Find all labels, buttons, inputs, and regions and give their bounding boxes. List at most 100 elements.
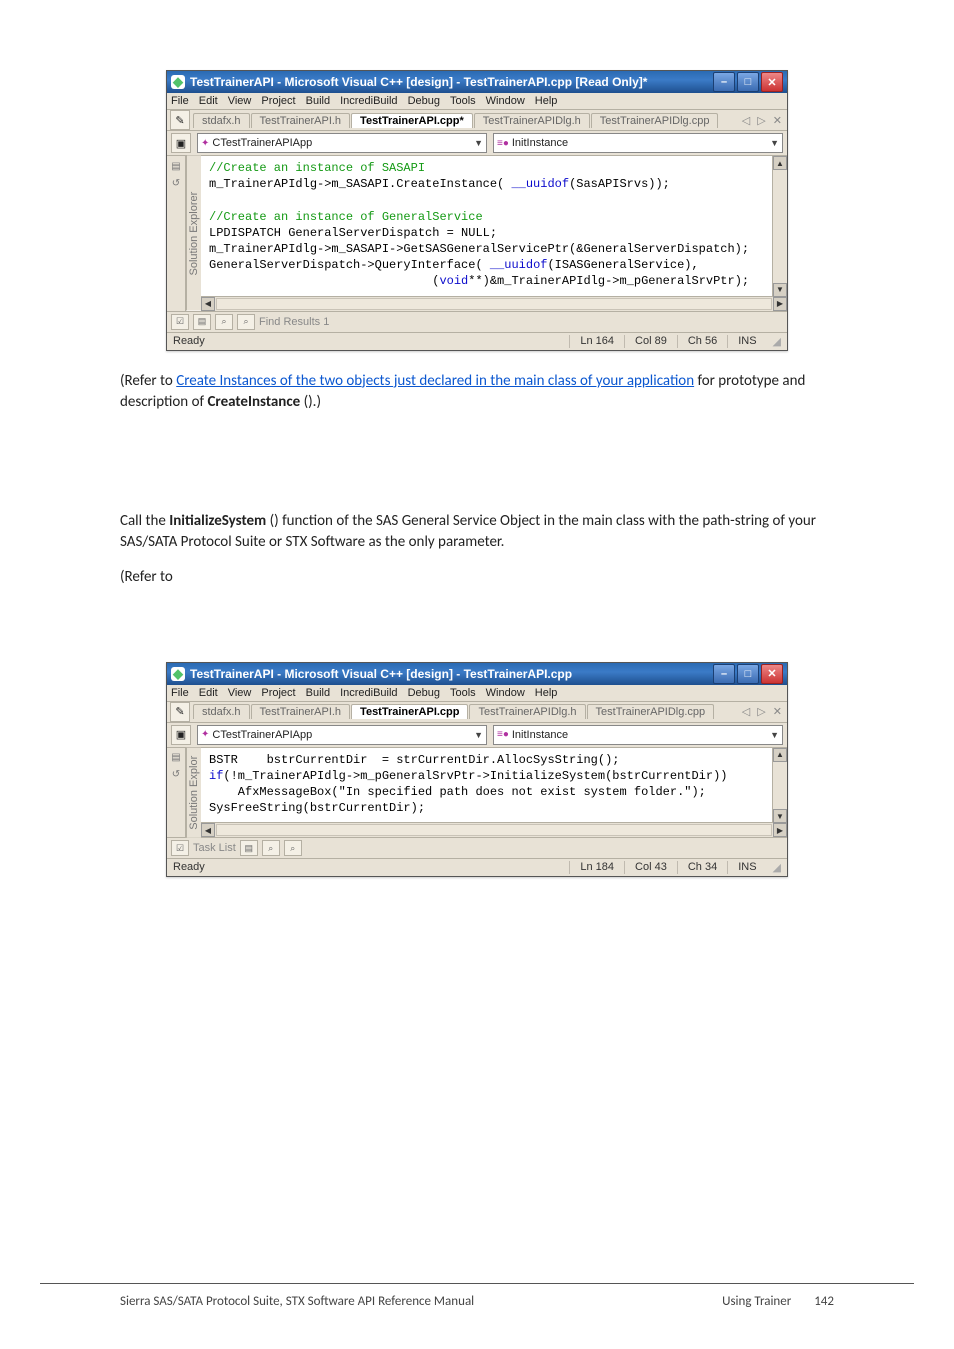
menu-incredibuild[interactable]: IncrediBuild <box>340 95 397 107</box>
scroll-left-icon[interactable]: ◀ <box>201 823 215 837</box>
footer-rule <box>40 1283 914 1284</box>
menu-debug[interactable]: Debug <box>408 95 440 107</box>
tab-stdafx[interactable]: stdafx.h <box>193 113 250 128</box>
scroll-up-icon[interactable]: ▲ <box>773 748 787 762</box>
scope-icon[interactable]: ▣ <box>171 133 191 153</box>
status-col: Col 89 <box>624 335 677 348</box>
status-line: Ln 164 <box>569 335 624 348</box>
menu-tools[interactable]: Tools <box>450 95 476 107</box>
chevron-down-icon: ▼ <box>770 730 779 740</box>
menu-file[interactable]: File <box>171 687 189 699</box>
menu-view[interactable]: View <box>228 687 252 699</box>
status-ins: INS <box>727 335 766 348</box>
menu-window[interactable]: Window <box>486 95 525 107</box>
menu-view[interactable]: View <box>228 95 252 107</box>
task-list-tab[interactable]: Task List <box>193 842 236 854</box>
tab-nav-controls[interactable]: ◁ ▷ ✕ <box>742 705 784 718</box>
status-bar: Ready Ln 164 Col 89 Ch 56 INS ◢ <box>167 333 787 350</box>
menu-tools[interactable]: Tools <box>450 687 476 699</box>
titlebar[interactable]: ◆ TestTrainerAPI - Microsoft Visual C++ … <box>167 71 787 93</box>
scroll-right-icon[interactable]: ▶ <box>773 823 787 837</box>
chevron-down-icon: ▼ <box>474 138 483 148</box>
tab-dlg-cpp[interactable]: TestTrainerAPIDlg.cpp <box>587 704 715 719</box>
minimize-button[interactable]: – <box>713 72 735 92</box>
resize-grip-icon[interactable]: ◢ <box>773 335 781 348</box>
vertical-scrollbar[interactable]: ▲ ▼ <box>772 748 787 824</box>
menubar: File Edit View Project Build IncrediBuil… <box>167 93 787 110</box>
code-editor[interactable]: //Create an instance of SASAPI m_Trainer… <box>201 156 787 296</box>
panel-icon[interactable]: ⌕ <box>262 840 280 856</box>
vertical-scrollbar[interactable]: ▲ ▼ <box>772 156 787 297</box>
menu-debug[interactable]: Debug <box>408 687 440 699</box>
tab-stdafx[interactable]: stdafx.h <box>193 704 250 719</box>
tab-header[interactable]: TestTrainerAPI.h <box>251 113 351 128</box>
solution-explorer-tab[interactable]: Solution Explorer <box>186 156 201 311</box>
status-col: Col 43 <box>624 861 677 874</box>
tab-nav-controls[interactable]: ◁ ▷ ✕ <box>742 114 784 127</box>
toolbar-icon[interactable]: ✎ <box>170 702 190 722</box>
menu-help[interactable]: Help <box>535 95 558 107</box>
status-ch: Ch 56 <box>677 335 727 348</box>
app-icon: ◆ <box>171 75 185 89</box>
menu-project[interactable]: Project <box>261 687 295 699</box>
class-icon: ✦ <box>201 138 209 149</box>
menu-build[interactable]: Build <box>306 95 330 107</box>
menu-window[interactable]: Window <box>486 687 525 699</box>
paragraph: (Refer to Create Instances of the two ob… <box>120 371 834 413</box>
menu-project[interactable]: Project <box>261 95 295 107</box>
scroll-down-icon[interactable]: ▼ <box>773 809 787 823</box>
close-button[interactable]: ✕ <box>761 664 783 684</box>
gutter-icon[interactable]: ↺ <box>169 176 183 190</box>
menu-file[interactable]: File <box>171 95 189 107</box>
scroll-track[interactable] <box>216 824 772 836</box>
scroll-down-icon[interactable]: ▼ <box>773 283 787 297</box>
menu-incredibuild[interactable]: IncrediBuild <box>340 687 397 699</box>
menu-edit[interactable]: Edit <box>199 95 218 107</box>
horizontal-scrollbar[interactable]: ◀ ▶ <box>201 822 787 837</box>
panel-icon[interactable]: ▤ <box>193 314 211 330</box>
tab-dlg-cpp[interactable]: TestTrainerAPIDlg.cpp <box>591 113 719 128</box>
status-ready: Ready <box>173 335 569 348</box>
gutter-icon[interactable]: ↺ <box>169 768 183 782</box>
menu-help[interactable]: Help <box>535 687 558 699</box>
menu-build[interactable]: Build <box>306 687 330 699</box>
scroll-left-icon[interactable]: ◀ <box>201 297 215 311</box>
tab-dlg-h[interactable]: TestTrainerAPIDlg.h <box>469 704 585 719</box>
output-icon[interactable]: ☑ <box>171 840 189 856</box>
method-dropdown[interactable]: ≡● InitInstance ▼ <box>493 725 783 745</box>
panel-icon[interactable]: ▤ <box>240 840 258 856</box>
tab-active-cpp[interactable]: TestTrainerAPI.cpp <box>351 704 468 719</box>
maximize-button[interactable]: □ <box>737 664 759 684</box>
class-dropdown[interactable]: ✦ CTestTrainerAPIApp ▼ <box>197 725 487 745</box>
bottom-panel-tabs: ☑ ▤ ⌕ ⌕ Find Results 1 <box>167 312 787 333</box>
scroll-track[interactable] <box>216 298 772 310</box>
toolbar-icon[interactable]: ✎ <box>170 110 190 130</box>
cross-reference-link[interactable]: Create Instances of the two objects just… <box>176 372 694 390</box>
minimize-button[interactable]: – <box>713 664 735 684</box>
method-dropdown[interactable]: ≡● InitInstance ▼ <box>493 133 783 153</box>
chevron-down-icon: ▼ <box>770 138 779 148</box>
titlebar[interactable]: ◆ TestTrainerAPI - Microsoft Visual C++ … <box>167 663 787 685</box>
gutter-icon[interactable]: ▤ <box>169 159 183 173</box>
tab-dlg-h[interactable]: TestTrainerAPIDlg.h <box>474 113 590 128</box>
scope-icon[interactable]: ▣ <box>171 725 191 745</box>
panel-icon[interactable]: ⌕ <box>284 840 302 856</box>
menubar: File Edit View Project Build IncrediBuil… <box>167 685 787 702</box>
output-icon[interactable]: ☑ <box>171 314 189 330</box>
resize-grip-icon[interactable]: ◢ <box>773 861 781 874</box>
find-results-tab[interactable]: Find Results 1 <box>259 316 329 328</box>
tab-header[interactable]: TestTrainerAPI.h <box>251 704 351 719</box>
maximize-button[interactable]: □ <box>737 72 759 92</box>
solution-explorer-tab[interactable]: Solution Explor <box>186 748 201 838</box>
scroll-right-icon[interactable]: ▶ <box>773 297 787 311</box>
tab-active-cpp[interactable]: TestTrainerAPI.cpp* <box>351 113 473 128</box>
panel-icon[interactable]: ⌕ <box>237 314 255 330</box>
menu-edit[interactable]: Edit <box>199 687 218 699</box>
code-editor[interactable]: BSTR bstrCurrentDir = strCurrentDir.Allo… <box>201 748 787 823</box>
horizontal-scrollbar[interactable]: ◀ ▶ <box>201 296 787 311</box>
close-button[interactable]: ✕ <box>761 72 783 92</box>
scroll-up-icon[interactable]: ▲ <box>773 156 787 170</box>
gutter-icon[interactable]: ▤ <box>169 751 183 765</box>
class-dropdown[interactable]: ✦ CTestTrainerAPIApp ▼ <box>197 133 487 153</box>
panel-icon[interactable]: ⌕ <box>215 314 233 330</box>
